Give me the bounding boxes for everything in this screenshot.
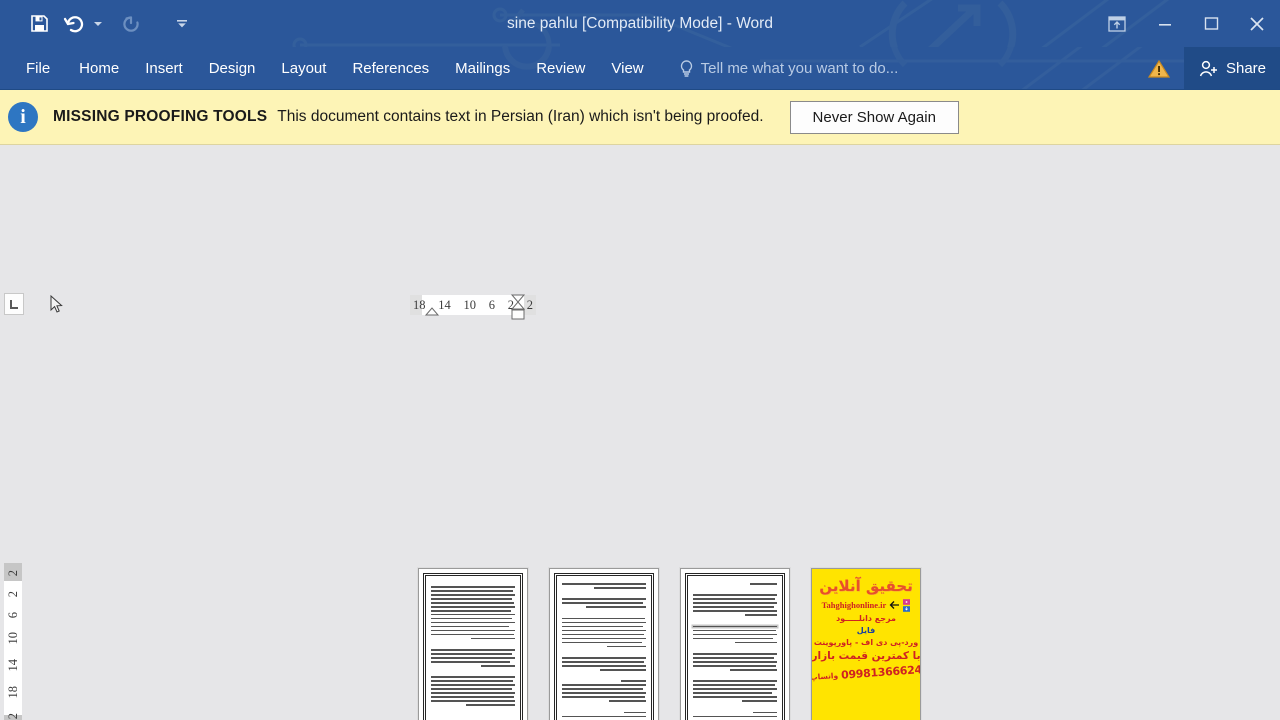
page-text-block	[431, 586, 515, 706]
save-button[interactable]	[22, 8, 56, 40]
ad-line-2: فایل	[856, 625, 876, 635]
indent-markers[interactable]	[410, 293, 540, 325]
ad-url-row: Tahghighonline.ir	[821, 598, 911, 612]
share-label: Share	[1225, 60, 1266, 77]
ad-line-3: ورد-پی دی اف - پاورپوینت	[813, 637, 919, 647]
vertical-ruler[interactable]: 2 2 6 10 14 18 22	[4, 563, 22, 720]
share-person-add-icon	[1199, 60, 1217, 76]
page-text-block	[693, 583, 777, 720]
message-bar-title: MISSING PROOFING TOOLS	[53, 108, 268, 125]
left-indent-marker	[424, 307, 440, 316]
ad-title: تحقیق آنلاین	[819, 577, 913, 595]
tab-view[interactable]: View	[598, 47, 656, 89]
message-bar: i MISSING PROOFING TOOLS This document c…	[0, 90, 1280, 145]
undo-button[interactable]	[56, 8, 90, 40]
share-button[interactable]: Share	[1183, 47, 1280, 89]
restore-button[interactable]	[1188, 0, 1234, 47]
warning-triangle-icon	[1147, 59, 1170, 78]
page-thumbnail-3[interactable]	[680, 568, 790, 720]
floppy-disk-icon	[30, 15, 48, 32]
close-button[interactable]	[1234, 0, 1280, 47]
document-workspace[interactable]: 18 14 10 6 2 2 2 2 6 10 14 18 22 تحقیق آ…	[0, 145, 1280, 720]
ribbon-tabs: File Home Insert Design Layout Reference…	[0, 47, 899, 89]
tab-insert[interactable]: Insert	[132, 47, 196, 89]
ribbon-options-icon	[1108, 15, 1126, 32]
ad-phone-row: 09981366624 واتساپ	[811, 662, 921, 684]
page-thumbnail-4[interactable]: تحقیق آنلاین Tahghighonline.ir مرجع دانل…	[811, 568, 921, 720]
arrow-left-icon	[889, 600, 900, 609]
message-bar-text: This document contains text in Persian (…	[277, 108, 764, 125]
advertisement-content: تحقیق آنلاین Tahghighonline.ir مرجع دانل…	[812, 572, 920, 720]
ad-icons	[903, 598, 911, 612]
undo-arrow-icon	[63, 16, 83, 33]
ad-phone-number: 09981366624	[840, 662, 921, 682]
vruler-tick: 10	[5, 632, 20, 645]
left-tab-icon	[9, 299, 18, 309]
page-thumbnails: تحقیق آنلاین Tahghighonline.ir مرجع دانل…	[418, 568, 921, 720]
tab-mailings[interactable]: Mailings	[442, 47, 523, 89]
highlighted-text-line	[693, 625, 777, 628]
vertical-ruler-ticks: 2 2 6 10 14 18 22	[4, 563, 22, 720]
minimize-button[interactable]	[1142, 0, 1188, 47]
tell-me-placeholder-text: Tell me what you want to do...	[700, 60, 899, 77]
ribbon-tab-bar: File Home Insert Design Layout Reference…	[0, 47, 1280, 90]
undo-dropdown-button[interactable]	[90, 8, 106, 40]
lightbulb-icon	[680, 60, 692, 77]
tab-layout[interactable]: Layout	[268, 47, 339, 89]
vruler-tick: 22	[5, 713, 20, 720]
customize-qat-button[interactable]	[174, 8, 190, 40]
restore-icon	[1204, 17, 1218, 30]
window-controls	[1092, 0, 1280, 47]
ad-line-1: مرجع دانلـــــود	[836, 613, 896, 623]
chevron-down-icon	[177, 19, 187, 27]
tell-me-search[interactable]: Tell me what you want to do...	[679, 47, 899, 89]
tab-review[interactable]: Review	[523, 47, 598, 89]
vruler-tick: 2	[5, 590, 20, 598]
quick-access-toolbar	[0, 0, 190, 47]
vruler-tick: 6	[5, 611, 20, 618]
window-title: sine pahlu [Compatibility Mode] - Word	[507, 15, 773, 32]
tab-file[interactable]: File	[0, 47, 66, 89]
never-show-again-button[interactable]: Never Show Again	[789, 100, 959, 134]
ad-line-4: با کمترین قیمت بازار	[811, 649, 921, 662]
page-thumbnail-1[interactable]	[418, 568, 528, 720]
tab-stop-selector[interactable]	[4, 293, 24, 315]
redo-arrow-icon	[123, 15, 139, 32]
right-indent-marker	[511, 309, 525, 320]
info-icon: i	[8, 102, 38, 132]
video-icon	[903, 598, 911, 605]
tab-references[interactable]: References	[339, 47, 442, 89]
hanging-indent-marker	[510, 301, 526, 310]
ad-url: Tahghighonline.ir	[821, 600, 887, 610]
vruler-tick: 18	[5, 686, 20, 699]
download-icon	[903, 605, 911, 612]
first-line-indent-marker	[510, 294, 526, 303]
ribbon-display-options-button[interactable]	[1092, 0, 1142, 47]
minimize-icon	[1159, 23, 1171, 26]
close-icon	[1250, 16, 1264, 31]
vruler-tick: 2	[5, 570, 20, 577]
page-thumbnail-2[interactable]	[549, 568, 659, 720]
ad-whatsapp-label: واتساپ	[811, 670, 839, 682]
page-text-block	[562, 583, 646, 720]
warning-button[interactable]	[1134, 59, 1184, 79]
tab-home[interactable]: Home	[66, 47, 132, 89]
redo-button[interactable]	[114, 8, 148, 40]
chevron-down-icon	[94, 21, 102, 26]
vruler-tick: 14	[5, 659, 20, 672]
mouse-cursor-icon	[50, 295, 63, 313]
tab-design[interactable]: Design	[196, 47, 269, 89]
ribbon-right-actions: Share	[1134, 47, 1280, 89]
title-bar: sine pahlu [Compatibility Mode] - Word	[0, 0, 1280, 47]
